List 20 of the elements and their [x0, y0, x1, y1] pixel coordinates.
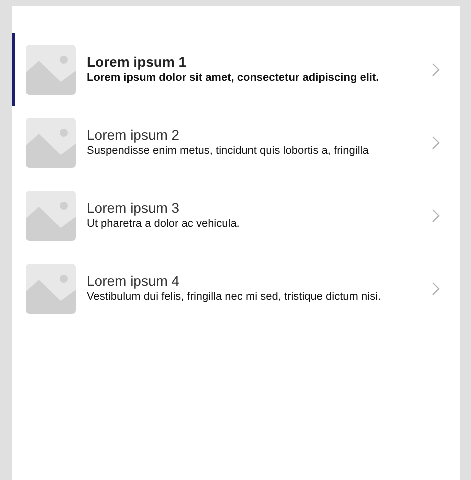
image-placeholder-icon — [26, 118, 76, 168]
item-title: Lorem ipsum 2 — [87, 126, 181, 144]
image-placeholder-icon — [26, 44, 76, 94]
item-title: Lorem ipsum 4 — [87, 272, 181, 290]
chevron-right-icon — [432, 62, 440, 76]
item-subtitle: Suspendisse enim metus, tincidunt quis lobortis a, fringilla — [87, 144, 370, 159]
item-title: Lorem ipsum 1 — [87, 53, 188, 71]
gallery-item[interactable]: Lorem ipsum 3 Ut pharetra a dolor ac vehicula. — [12, 179, 460, 252]
image-placeholder-icon — [26, 264, 76, 314]
gallery-item[interactable]: Lorem ipsum 2 Suspendisse enim metus, tincidunt quis lobortis a, fringilla — [12, 106, 460, 179]
chevron-right-icon — [432, 282, 440, 296]
item-subtitle: Lorem ipsum dolor sit amet, consectetur adipiscing elit. — [87, 71, 380, 86]
chevron-right-icon — [432, 208, 440, 222]
gallery-item[interactable]: Lorem ipsum 1 Lorem ipsum dolor sit amet, consectetur adipiscing elit. — [12, 33, 460, 106]
gallery-item[interactable]: Lorem ipsum 4 Vestibulum dui felis, fringilla nec mi sed, tristique dictum nisi. — [12, 252, 460, 325]
item-subtitle: Vestibulum dui felis, fringilla nec mi sed, tristique dictum nisi. — [87, 290, 382, 305]
item-subtitle: Ut pharetra a dolor ac vehicula. — [87, 217, 241, 232]
image-placeholder-icon — [26, 190, 76, 240]
item-title: Lorem ipsum 3 — [87, 199, 181, 217]
chevron-right-icon — [432, 136, 440, 150]
